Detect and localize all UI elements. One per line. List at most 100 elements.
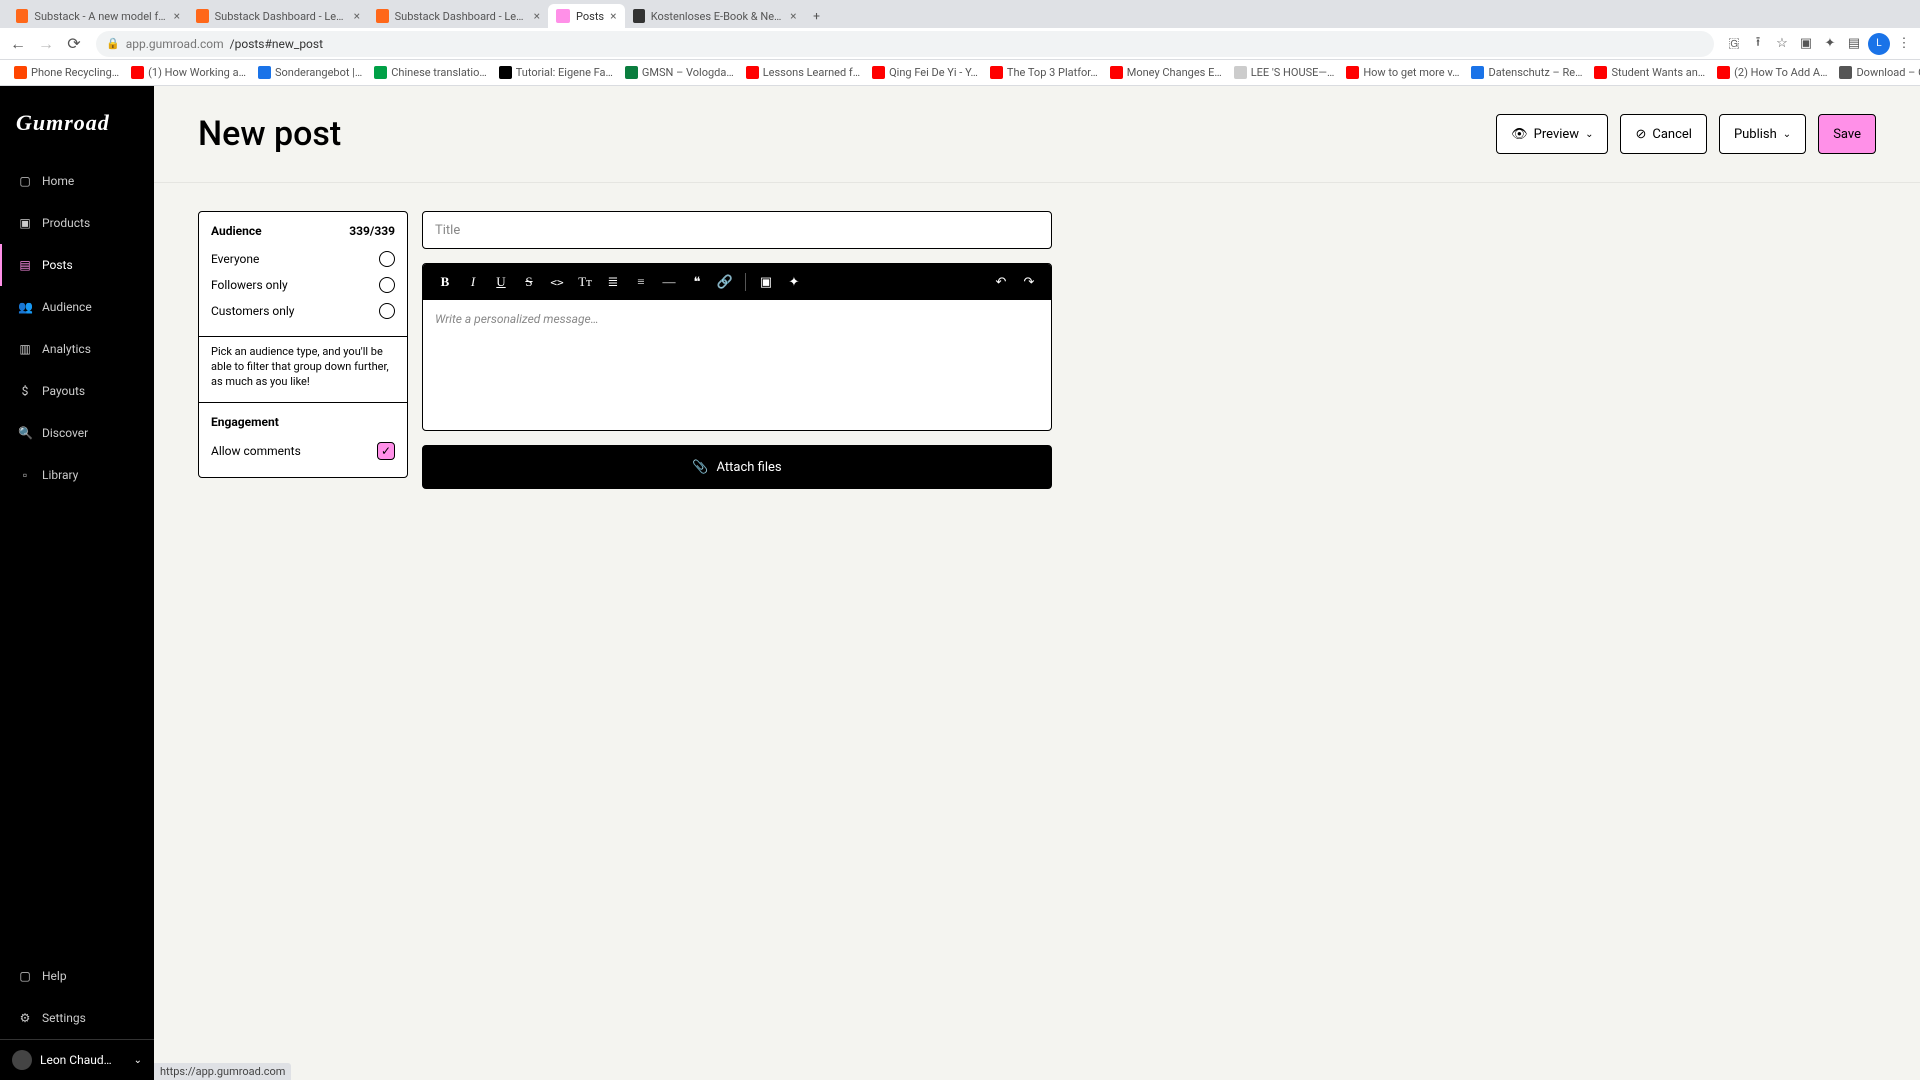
bullet-list-button[interactable]: ≣ bbox=[601, 270, 625, 294]
reload-button[interactable]: ⟳ bbox=[62, 32, 86, 56]
audience-option-label: Followers only bbox=[211, 278, 288, 292]
strike-button[interactable]: S bbox=[517, 270, 541, 294]
cancel-button[interactable]: ⊘ Cancel bbox=[1620, 114, 1706, 154]
sidebar-item-posts[interactable]: ▤Posts bbox=[0, 244, 154, 286]
bookmark-favicon-icon bbox=[1594, 66, 1607, 79]
post-title-input[interactable]: Title bbox=[422, 211, 1052, 249]
sidebar-item-help[interactable]: ▢Help bbox=[0, 955, 154, 997]
bookmark-item[interactable]: (1) How Working a… bbox=[127, 63, 250, 82]
bookmark-item[interactable]: The Top 3 Platfor… bbox=[986, 63, 1102, 82]
browser-tab[interactable]: Kostenloses E-Book & Newsle…× bbox=[625, 4, 805, 28]
italic-button[interactable]: I bbox=[461, 270, 485, 294]
bookmark-label: The Top 3 Platfor… bbox=[1007, 66, 1098, 79]
text-style-button[interactable]: Tт bbox=[573, 270, 597, 294]
sidebar-item-library[interactable]: ▫Library bbox=[0, 454, 154, 496]
bookmark-item[interactable]: Chinese translatio… bbox=[370, 63, 490, 82]
bookmark-item[interactable]: Lessons Learned f… bbox=[742, 63, 864, 82]
bookmark-favicon-icon bbox=[374, 66, 387, 79]
bookmark-item[interactable]: (2) How To Add A… bbox=[1713, 63, 1831, 82]
sidebar-item-home[interactable]: ▢Home bbox=[0, 160, 154, 202]
profile-menu[interactable]: Leon Chaud… ⌄ bbox=[0, 1039, 154, 1080]
chrome-menu-icon[interactable]: ⋮ bbox=[1894, 34, 1914, 54]
chevron-down-icon: ⌄ bbox=[1783, 129, 1791, 140]
attach-files-button[interactable]: 📎 Attach files bbox=[422, 445, 1052, 489]
sidebar-item-payouts[interactable]: $Payouts bbox=[0, 370, 154, 412]
redo-button[interactable]: ↷ bbox=[1017, 270, 1041, 294]
sidebar: Gumroad ▢Home▣Products▤Posts👥Audience▥An… bbox=[0, 86, 154, 1080]
publish-button[interactable]: Publish ⌄ bbox=[1719, 114, 1806, 154]
code-button[interactable]: <> bbox=[545, 270, 569, 294]
bookmark-item[interactable]: Student Wants an… bbox=[1590, 63, 1709, 82]
share-icon[interactable]: ⭱ bbox=[1748, 34, 1768, 54]
audience-option[interactable]: Customers only bbox=[211, 298, 395, 324]
save-button[interactable]: Save bbox=[1818, 114, 1876, 154]
bookmark-item[interactable]: Datenschutz – Re… bbox=[1467, 63, 1586, 82]
blockquote-button[interactable]: ❝ bbox=[685, 270, 709, 294]
url-path: /posts#new_post bbox=[230, 37, 323, 51]
image-button[interactable]: ▣ bbox=[754, 270, 778, 294]
toolbar-separator bbox=[745, 273, 746, 291]
bookmark-label: Download – Cooki… bbox=[1856, 66, 1920, 79]
sidebar-item-label: Products bbox=[42, 216, 90, 230]
bookmark-favicon-icon bbox=[990, 66, 1003, 79]
sidebar-item-audience[interactable]: 👥Audience bbox=[0, 286, 154, 328]
account-icon[interactable]: ▣ bbox=[1796, 34, 1816, 54]
eye-icon: 👁 bbox=[1511, 127, 1528, 142]
brand-logo[interactable]: Gumroad bbox=[0, 86, 154, 160]
bookmark-item[interactable]: Phone Recycling… bbox=[10, 63, 123, 82]
translate-icon[interactable]: 🇬 bbox=[1724, 34, 1744, 54]
bookmark-star-icon[interactable]: ☆ bbox=[1772, 34, 1792, 54]
allow-comments-checkbox[interactable]: ✓ bbox=[377, 442, 395, 460]
audience-option[interactable]: Everyone bbox=[211, 246, 395, 272]
horizontal-rule-button[interactable]: — bbox=[657, 270, 681, 294]
bookmark-item[interactable]: LEE 'S HOUSE—… bbox=[1230, 63, 1339, 82]
bookmark-label: (2) How To Add A… bbox=[1734, 66, 1827, 79]
bookmark-item[interactable]: Download – Cooki… bbox=[1835, 63, 1920, 82]
close-icon[interactable]: × bbox=[790, 9, 796, 23]
close-icon[interactable]: × bbox=[174, 9, 180, 23]
close-icon[interactable]: × bbox=[534, 9, 540, 23]
bookmark-item[interactable]: Money Changes E… bbox=[1106, 63, 1226, 82]
sidebar-item-analytics[interactable]: ▥Analytics bbox=[0, 328, 154, 370]
ordered-list-button[interactable]: ≡ bbox=[629, 270, 653, 294]
bookmark-item[interactable]: GMSN – Vologda… bbox=[621, 63, 738, 82]
bookmark-favicon-icon bbox=[1471, 66, 1484, 79]
preview-button[interactable]: 👁 Preview ⌄ bbox=[1496, 114, 1608, 154]
bold-button[interactable]: B bbox=[433, 270, 457, 294]
nav-forward-button[interactable]: → bbox=[34, 32, 58, 56]
radio-button[interactable] bbox=[379, 277, 395, 293]
bookmark-item[interactable]: Qing Fei De Yi - Y… bbox=[868, 63, 982, 82]
close-icon[interactable]: × bbox=[354, 9, 360, 23]
browser-tab[interactable]: Substack Dashboard - Leon's…× bbox=[368, 4, 548, 28]
bookmark-favicon-icon bbox=[1234, 66, 1247, 79]
tab-title: Substack - A new model for p… bbox=[34, 10, 167, 23]
bookmark-item[interactable]: Tutorial: Eigene Fa… bbox=[495, 63, 617, 82]
embed-button[interactable]: ✦ bbox=[782, 270, 806, 294]
link-button[interactable]: 🔗 bbox=[713, 270, 737, 294]
profile-avatar[interactable]: L bbox=[1868, 33, 1890, 55]
underline-button[interactable]: U bbox=[489, 270, 513, 294]
browser-tab[interactable]: Substack Dashboard - Leon's…× bbox=[188, 4, 368, 28]
radio-button[interactable] bbox=[379, 303, 395, 319]
sidebar-item-label: Help bbox=[42, 969, 67, 983]
browser-tab[interactable]: Posts× bbox=[548, 4, 625, 28]
paperclip-icon: 📎 bbox=[692, 460, 708, 475]
extensions-icon[interactable]: ✦ bbox=[1820, 34, 1840, 54]
nav-back-button[interactable]: ← bbox=[6, 32, 30, 56]
payouts-icon: $ bbox=[18, 384, 32, 398]
audience-option[interactable]: Followers only bbox=[211, 272, 395, 298]
new-tab-button[interactable]: + bbox=[805, 4, 829, 28]
bookmark-item[interactable]: How to get more v… bbox=[1342, 63, 1463, 82]
editor-body[interactable]: Write a personalized message… bbox=[423, 300, 1051, 430]
sidebar-item-settings[interactable]: ⚙Settings bbox=[0, 997, 154, 1039]
audience-count: 339/339 bbox=[349, 224, 395, 238]
radio-button[interactable] bbox=[379, 251, 395, 267]
sidepanel-icon[interactable]: ▤ bbox=[1844, 34, 1864, 54]
sidebar-item-products[interactable]: ▣Products bbox=[0, 202, 154, 244]
omnibox[interactable]: 🔒 app.gumroad.com/posts#new_post bbox=[96, 31, 1714, 57]
bookmark-item[interactable]: Sonderangebot |… bbox=[254, 63, 366, 82]
browser-tab[interactable]: Substack - A new model for p… × bbox=[8, 4, 188, 28]
close-icon[interactable]: × bbox=[610, 9, 616, 23]
undo-button[interactable]: ↶ bbox=[989, 270, 1013, 294]
sidebar-item-discover[interactable]: 🔍Discover bbox=[0, 412, 154, 454]
